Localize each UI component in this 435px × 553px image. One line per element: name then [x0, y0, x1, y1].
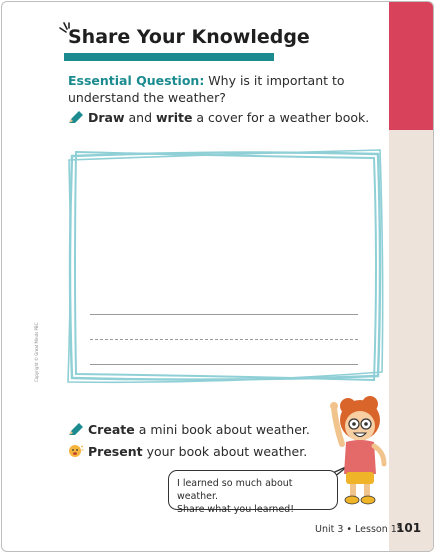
- title-underline: [64, 53, 274, 61]
- lesson-footer: Unit 3 • Lesson 15: [315, 524, 403, 535]
- pencil-icon: [68, 110, 88, 127]
- instruction-create: Create a mini book about weather.: [68, 422, 310, 439]
- writing-line-mid: [90, 339, 358, 340]
- workbook-page: Share Your Knowledge Essential Question:…: [1, 1, 434, 552]
- waving-kid-illustration: [330, 396, 387, 505]
- copyright-notice: Copyright © Great Minds PBC: [34, 322, 39, 382]
- pencil-icon: [68, 422, 88, 439]
- instruction-present: Present your book about weather.: [68, 444, 307, 461]
- writing-lines: [90, 314, 358, 389]
- essential-question: Essential Question: Why is it important …: [68, 72, 368, 106]
- speech-bubble-line-2: Share what you learned!: [177, 504, 295, 515]
- speaking-face-icon: [68, 444, 88, 461]
- speech-bubble-line-1: I learned so much about weather.: [177, 478, 293, 502]
- writing-line-top: [90, 314, 358, 315]
- page-title: Share Your Knowledge: [68, 26, 310, 48]
- side-margin: [389, 130, 433, 551]
- page-number: 101: [396, 521, 422, 535]
- speech-bubble: I learned so much about weather. Share w…: [168, 470, 338, 515]
- side-tab-accent: [389, 2, 433, 130]
- instruction-draw-write: Draw and write a cover for a weather boo…: [68, 110, 369, 127]
- writing-line-bottom: [90, 364, 358, 365]
- essential-question-label: Essential Question:: [68, 73, 205, 88]
